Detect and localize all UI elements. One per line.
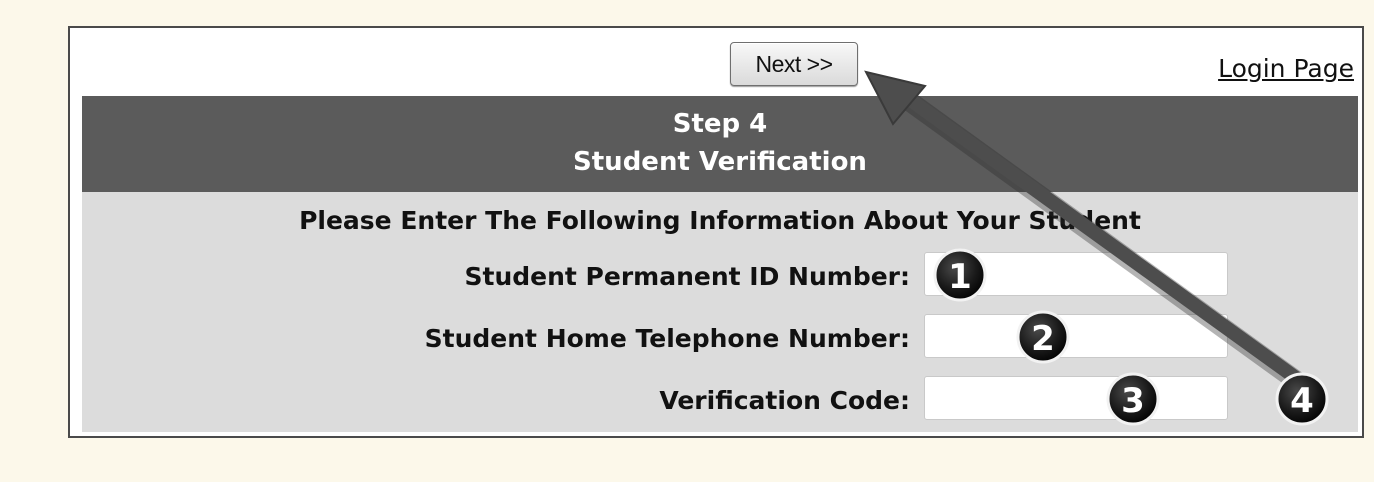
student-verification-panel: Next >> Login Page Step 4 Student Verifi… <box>68 26 1364 438</box>
step-header: Step 4 Student Verification <box>82 96 1358 192</box>
student-id-label: Student Permanent ID Number: <box>464 262 911 291</box>
form-instruction: Please Enter The Following Information A… <box>299 206 1141 235</box>
verification-code-input[interactable] <box>924 376 1228 420</box>
verification-form: Please Enter The Following Information A… <box>82 192 1358 432</box>
step-number: Step 4 <box>672 109 768 139</box>
verification-code-label: Verification Code: <box>659 386 910 415</box>
step-title: Student Verification <box>573 147 867 177</box>
student-id-input[interactable] <box>924 252 1228 296</box>
next-button[interactable]: Next >> <box>730 42 858 86</box>
top-bar: Next >> Login Page <box>70 28 1362 96</box>
home-phone-label: Student Home Telephone Number: <box>424 324 910 353</box>
home-phone-input[interactable] <box>924 314 1228 358</box>
login-page-link[interactable]: Login Page <box>1218 54 1354 83</box>
